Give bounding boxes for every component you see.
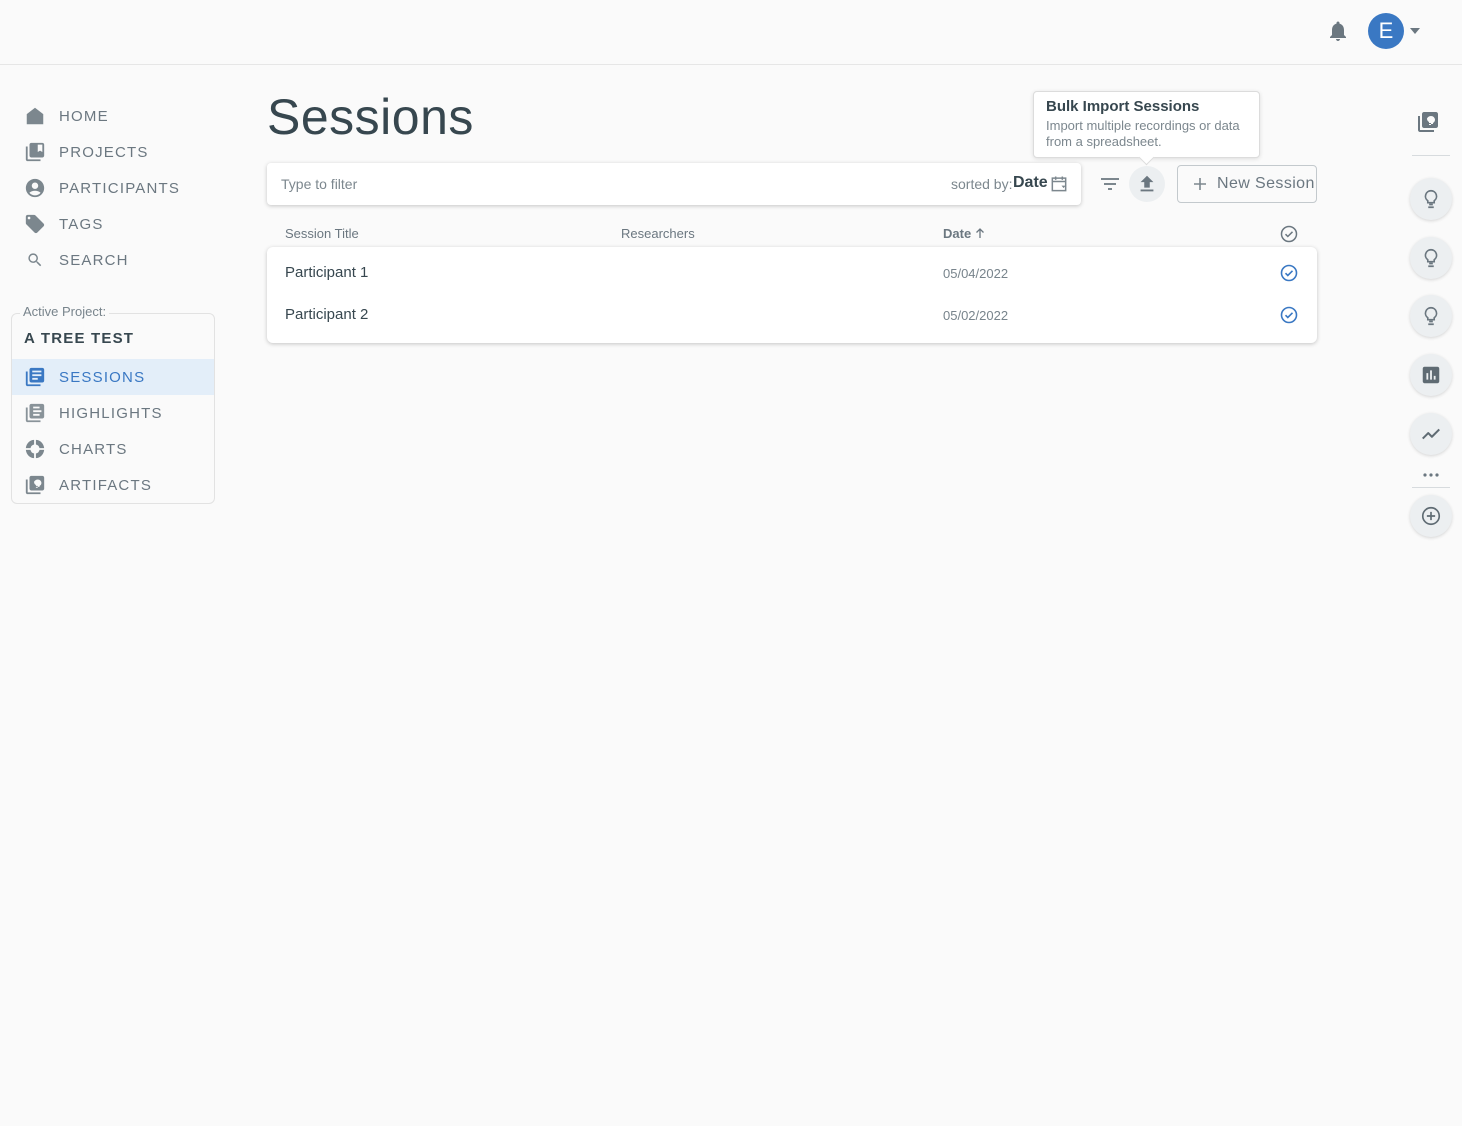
lightbulb-icon: [1424, 306, 1438, 326]
bulk-import-button[interactable]: [1129, 166, 1165, 202]
filter-icon[interactable]: [1098, 172, 1122, 196]
bar-chart-icon: [1422, 366, 1440, 384]
add-button[interactable]: [1410, 495, 1452, 537]
lightbulb-icon: [1424, 248, 1438, 268]
nav-item-label: CHARTS: [59, 440, 128, 458]
nav-item-label: SESSIONS: [59, 368, 146, 386]
nav-item-home[interactable]: HOME: [22, 98, 222, 134]
insight-button[interactable]: [1410, 237, 1452, 279]
more-horizontal-icon[interactable]: [1422, 469, 1440, 481]
filter-input[interactable]: [281, 173, 881, 195]
active-project-panel: A TREE TEST SESSIONS HIGHLIGHTS CHARTS A…: [11, 313, 215, 504]
artifacts-icon: [25, 475, 45, 495]
column-header-researchers[interactable]: Researchers: [621, 226, 695, 241]
project-nav: SESSIONS HIGHLIGHTS CHARTS ARTIFACTS: [12, 359, 214, 503]
nav-item-search[interactable]: SEARCH: [22, 242, 222, 278]
charts-icon: [25, 439, 45, 459]
nav-item-participants[interactable]: PARTICIPANTS: [22, 170, 222, 206]
session-date: 05/02/2022: [943, 308, 1009, 323]
column-header-date-label: Date: [943, 226, 972, 241]
home-icon: [26, 107, 44, 125]
nav-item-label: SEARCH: [59, 251, 129, 269]
line-chart-icon: [1422, 428, 1440, 440]
nav-item-label: HIGHLIGHTS: [59, 404, 163, 422]
arrow-up-icon: [975, 228, 984, 238]
sort-label: sorted by:: [951, 176, 1013, 192]
top-bar: E: [0, 0, 1462, 65]
projects-icon: [25, 142, 45, 162]
bulk-import-tooltip: Bulk Import Sessions Import multiple rec…: [1033, 91, 1260, 158]
table-row[interactable]: Participant 2 05/02/2022: [267, 295, 1317, 337]
nav-item-tags[interactable]: TAGS: [22, 206, 222, 242]
divider: [1412, 155, 1450, 156]
insight-button[interactable]: [1410, 178, 1452, 220]
table-row[interactable]: Participant 1 05/04/2022: [267, 253, 1317, 295]
insight-button[interactable]: [1410, 295, 1452, 337]
participant-icon: [25, 178, 45, 198]
check-circle-icon[interactable]: [1280, 264, 1298, 282]
highlights-icon: [25, 403, 45, 423]
nav-item-charts[interactable]: CHARTS: [12, 431, 214, 467]
active-project-caption: Active Project:: [20, 304, 110, 319]
calendar-sort-icon[interactable]: [1049, 174, 1069, 194]
bell-icon[interactable]: [1326, 19, 1350, 43]
nav-item-highlights[interactable]: HIGHLIGHTS: [12, 395, 214, 431]
check-circle-icon[interactable]: [1280, 306, 1298, 324]
column-header-date[interactable]: Date: [943, 226, 985, 241]
divider: [1412, 487, 1450, 488]
check-circle-icon[interactable]: [1280, 225, 1298, 243]
new-session-label: New Session: [1217, 175, 1315, 192]
sessions-icon: [25, 367, 45, 387]
tooltip-body: Import multiple recordings or data from …: [1046, 118, 1240, 149]
upload-icon: [1140, 175, 1154, 192]
search-icon: [28, 253, 42, 267]
nav-item-sessions[interactable]: SESSIONS: [12, 359, 214, 395]
project-name[interactable]: A TREE TEST: [24, 330, 134, 347]
filter-bar: sorted by: Date: [267, 163, 1081, 205]
nav-item-label: PARTICIPANTS: [59, 179, 181, 197]
sessions-table: Participant 1 05/04/2022 Participant 2 0…: [267, 247, 1317, 343]
new-session-button[interactable]: New Session: [1177, 165, 1317, 203]
main-nav: HOME PROJECTS PARTICIPANTS TAGS SEARCH: [22, 98, 222, 278]
session-title[interactable]: Participant 2: [285, 306, 368, 323]
nav-item-label: HOME: [59, 107, 109, 125]
right-rail: [1400, 0, 1462, 1126]
nav-item-projects[interactable]: PROJECTS: [22, 134, 222, 170]
nav-item-label: ARTIFACTS: [59, 476, 153, 494]
avatar[interactable]: E: [1368, 13, 1404, 49]
column-header-title[interactable]: Session Title: [285, 226, 359, 241]
nav-item-artifacts[interactable]: ARTIFACTS: [12, 467, 214, 503]
sort-value[interactable]: Date: [1013, 174, 1048, 192]
lightbulb-icon: [1424, 189, 1438, 209]
artifacts-icon[interactable]: [1416, 110, 1440, 134]
bar-chart-button[interactable]: [1410, 354, 1452, 396]
add-circle-icon: [1421, 506, 1441, 526]
page-title: Sessions: [267, 89, 474, 145]
nav-item-label: TAGS: [59, 215, 104, 233]
session-date: 05/04/2022: [943, 266, 1009, 281]
nav-item-label: PROJECTS: [59, 143, 149, 161]
tooltip-title: Bulk Import Sessions: [1046, 98, 1200, 115]
line-chart-button[interactable]: [1410, 413, 1452, 455]
session-title[interactable]: Participant 1: [285, 264, 368, 281]
plus-icon: [1194, 178, 1206, 190]
tag-icon: [25, 214, 45, 234]
